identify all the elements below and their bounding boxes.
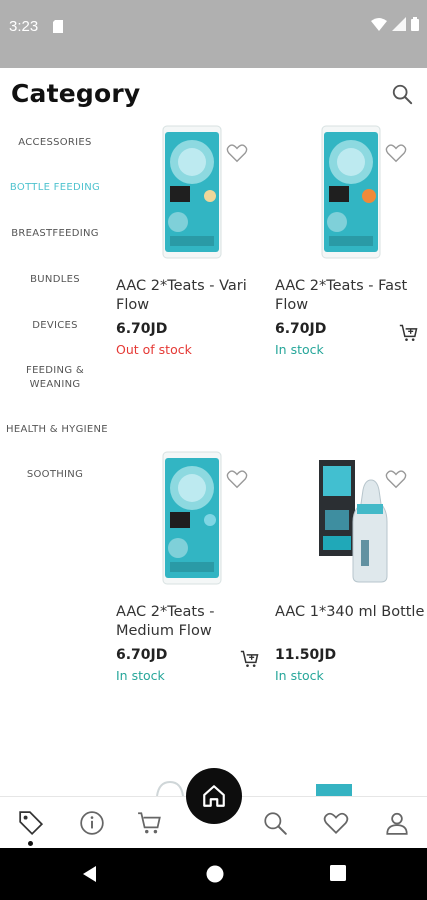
add-to-cart-icon[interactable] xyxy=(399,323,419,343)
home-icon xyxy=(203,785,225,807)
product-price: 11.50JD xyxy=(275,647,337,663)
product-name: AAC 2*Teats - Medium Flow xyxy=(116,604,215,639)
home-button[interactable] xyxy=(186,768,242,824)
tag-icon[interactable] xyxy=(18,810,44,836)
sidebar-item-breastfeeding[interactable]: BREASTFEEDING xyxy=(0,227,110,241)
recents-icon[interactable] xyxy=(329,864,347,882)
add-to-cart-icon[interactable] xyxy=(240,649,260,669)
product-price: 6.70JD xyxy=(275,321,327,337)
page-title: Category xyxy=(11,79,141,108)
product-price: 6.70JD xyxy=(116,321,168,337)
product-card[interactable]: AAC 2*Teats - Medium Flow 6.70JD In stoc… xyxy=(116,448,268,758)
cart-icon[interactable] xyxy=(137,810,163,836)
sidebar-item-devices[interactable]: DEVICES xyxy=(0,319,110,333)
status-time: 3:23 xyxy=(9,18,39,35)
sim-card-icon xyxy=(53,20,63,33)
header: Category xyxy=(0,68,427,120)
active-indicator xyxy=(28,841,33,846)
bottle-package-image xyxy=(319,460,388,583)
product-card[interactable]: AAC 2*Teats - Vari Flow 6.70JD Out of st… xyxy=(116,122,268,432)
signal-icon xyxy=(392,17,406,31)
info-icon[interactable] xyxy=(79,810,105,836)
product-price: 6.70JD xyxy=(116,647,168,663)
heart-icon[interactable] xyxy=(226,142,248,164)
system-navigation-bar xyxy=(0,848,427,900)
heart-icon[interactable] xyxy=(385,142,407,164)
battery-icon xyxy=(411,17,419,31)
product-name: AAC 2*Teats - Fast Flow xyxy=(275,278,408,313)
teats-package-image xyxy=(162,451,222,585)
sidebar-item-bundles[interactable]: BUNDLES xyxy=(0,273,110,287)
sidebar-item-soothing[interactable]: SOOTHING xyxy=(0,468,110,482)
sidebar-item-health-hygiene[interactable]: HEALTH & HYGIENE xyxy=(6,423,116,437)
user-icon[interactable] xyxy=(384,810,410,836)
sidebar-item-feeding-weaning[interactable]: FEEDING & WEANING xyxy=(0,364,110,392)
stock-status: In stock xyxy=(275,342,324,357)
product-card[interactable]: AAC 2*Teats - Fast Flow 6.70JD In stock xyxy=(275,122,427,432)
heart-icon[interactable] xyxy=(323,810,349,836)
product-name: AAC 1*340 ml Bottle xyxy=(275,604,425,620)
product-name: AAC 2*Teats - Vari Flow xyxy=(116,278,247,313)
heart-icon[interactable] xyxy=(385,468,407,490)
product-image-peek xyxy=(316,784,352,796)
product-card[interactable]: AAC 1*340 ml Bottle 11.50JD In stock xyxy=(275,448,427,758)
stock-status: In stock xyxy=(275,668,324,683)
sidebar-item-bottle-feeding[interactable]: BOTTLE FEEDING xyxy=(0,181,110,195)
stock-status: In stock xyxy=(116,668,165,683)
status-bar: 3:23 xyxy=(0,0,427,68)
back-icon[interactable] xyxy=(80,864,98,884)
stock-status: Out of stock xyxy=(116,342,192,357)
wifi-icon xyxy=(371,17,387,31)
search-icon[interactable] xyxy=(391,83,413,105)
home-circle-icon[interactable] xyxy=(205,864,225,884)
teats-package-image xyxy=(162,125,222,259)
teats-package-image xyxy=(321,125,381,259)
sidebar-item-accessories[interactable]: ACCESSORIES xyxy=(0,136,110,150)
search-icon[interactable] xyxy=(262,810,288,836)
heart-icon[interactable] xyxy=(226,468,248,490)
product-image-peek xyxy=(156,780,184,796)
